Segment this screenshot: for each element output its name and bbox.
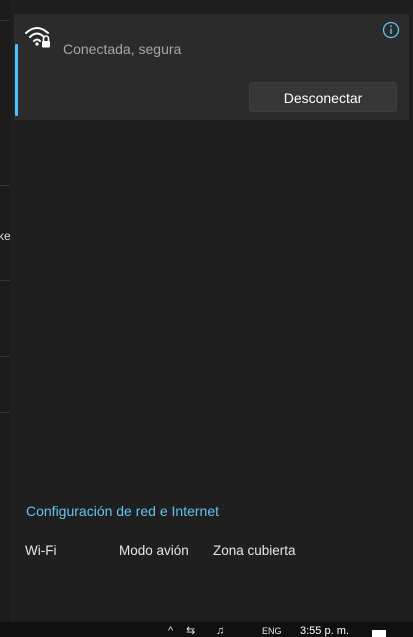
connection-status: Conectada, segura (63, 41, 182, 57)
chevron-up-icon[interactable]: ^ (168, 625, 173, 637)
quick-action-mobile-hotspot[interactable]: Zona cubierta (213, 543, 296, 558)
selection-accent-bar (15, 44, 18, 116)
network-flyout-screen: ke Conectada, segura Desconectar Configu… (0, 0, 413, 637)
info-icon[interactable] (382, 21, 400, 39)
clock[interactable]: 3:55 p. m. (300, 625, 349, 637)
wifi-secured-icon (25, 27, 50, 48)
volume-icon[interactable]: ♫ (216, 625, 224, 637)
divider (0, 20, 10, 21)
notification-center-icon[interactable] (372, 630, 386, 637)
taskbar: ^ ⇆ ♫ ENG 3:55 p. m. (0, 622, 413, 637)
connected-network-card[interactable]: Conectada, segura Desconectar (14, 14, 409, 120)
network-flyout: Conectada, segura Desconectar Configurac… (10, 0, 413, 622)
language-indicator[interactable]: ENG (262, 625, 282, 637)
quick-action-wifi[interactable]: Wi-Fi (25, 543, 56, 558)
divider (0, 280, 10, 281)
divider (0, 185, 10, 186)
network-settings-link[interactable]: Configuración de red e Internet (26, 503, 219, 519)
divider (0, 356, 10, 357)
quick-action-airplane-mode[interactable]: Modo avión (119, 543, 189, 558)
network-icon[interactable]: ⇆ (186, 625, 195, 637)
disconnect-button[interactable]: Desconectar (249, 82, 397, 112)
divider (0, 412, 10, 413)
